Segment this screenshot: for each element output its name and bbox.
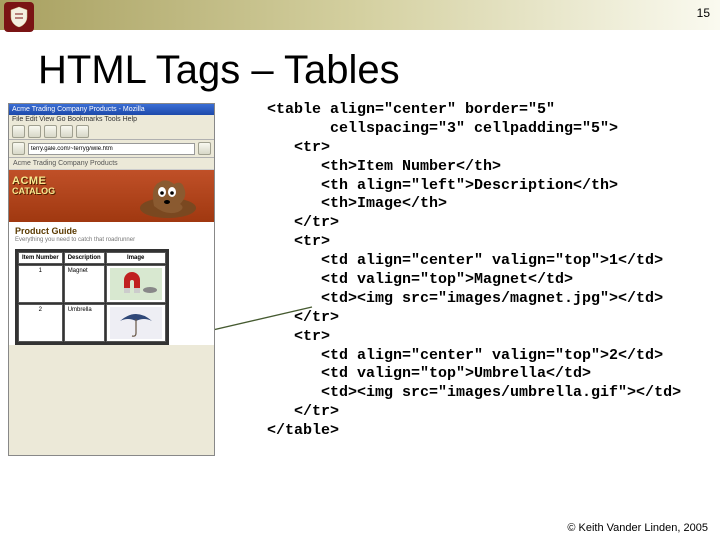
reload-button-icon [44, 125, 57, 138]
browser-page-content: ACME CATALOG Product Guide Everything yo… [9, 170, 214, 345]
bookmark-star-icon [12, 142, 25, 155]
stop-button-icon [60, 125, 73, 138]
home-button-icon [76, 125, 89, 138]
code-block: <table align="center" border="5" cellspa… [267, 101, 681, 441]
umbrella-image-icon [110, 307, 162, 339]
th-item-number: Item Number [18, 252, 63, 264]
banner-logo-text: ACME CATALOG [12, 176, 55, 196]
shield-icon [9, 6, 29, 28]
cell-image [106, 304, 166, 342]
forward-button-icon [28, 125, 41, 138]
browser-window-mock: Acme Trading Company Products - Mozilla … [8, 103, 215, 456]
address-field [28, 143, 195, 155]
copyright-footer: © Keith Vander Linden, 2005 [567, 522, 708, 534]
th-image: Image [106, 252, 166, 264]
th-description: Description [64, 252, 105, 264]
browser-toolbar [9, 124, 214, 140]
go-button-icon [198, 142, 211, 155]
table-row: 1 Magnet [18, 265, 166, 303]
cell-item-number: 2 [18, 304, 63, 342]
cell-description: Magnet [64, 265, 105, 303]
product-table: Item Number Description Image 1 Magnet [15, 249, 169, 345]
cell-image [106, 265, 166, 303]
browser-tab: Acme Trading Company Products [9, 158, 214, 170]
table-header-row: Item Number Description Image [18, 252, 166, 264]
page-number: 15 [697, 6, 710, 20]
cell-item-number: 1 [18, 265, 63, 303]
page-subheading: Product Guide [9, 222, 214, 237]
school-crest-badge [4, 2, 34, 32]
table-row: 2 Umbrella [18, 304, 166, 342]
cell-description: Umbrella [64, 304, 105, 342]
acme-banner: ACME CATALOG [9, 170, 214, 222]
coyote-art-icon [126, 172, 206, 220]
slide-title: HTML Tags – Tables [38, 48, 720, 93]
magnet-image-icon [110, 268, 162, 300]
slide-content: Acme Trading Company Products - Mozilla … [0, 103, 720, 456]
browser-menubar: File Edit View Go Bookmarks Tools Help [9, 115, 214, 124]
page-tagline: Everything you need to catch that roadru… [9, 237, 214, 247]
browser-address-row [9, 140, 214, 158]
browser-titlebar: Acme Trading Company Products - Mozilla [9, 104, 214, 115]
slide-header-bar: 15 [0, 0, 720, 30]
back-button-icon [12, 125, 25, 138]
